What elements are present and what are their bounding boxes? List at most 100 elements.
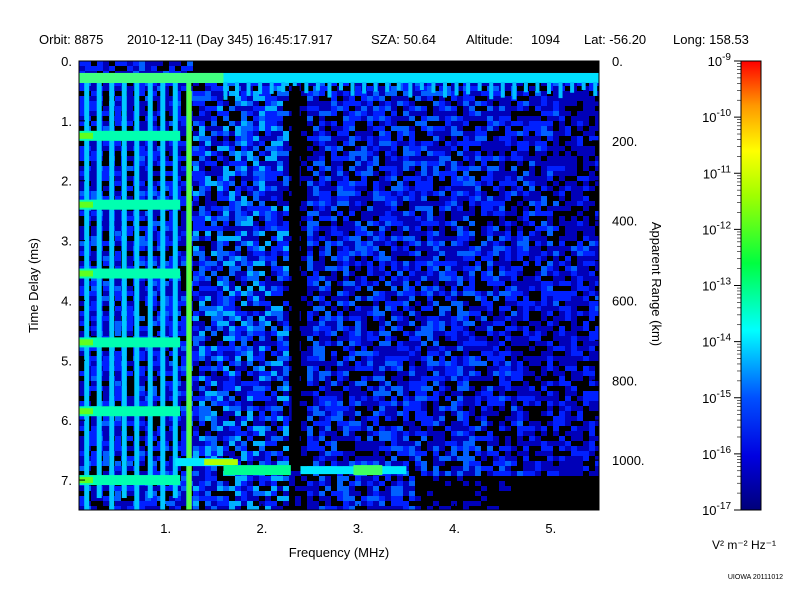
heatmap-cell <box>313 276 319 281</box>
heatmap-cell <box>337 241 343 246</box>
heatmap-cell <box>415 256 421 261</box>
heatmap-cell <box>199 281 205 286</box>
heatmap-cell <box>415 461 421 466</box>
heatmap-cell <box>373 146 379 151</box>
heatmap-cell <box>421 181 427 186</box>
heatmap-cell <box>337 191 343 196</box>
heatmap-cell <box>475 291 481 296</box>
heatmap-cell <box>307 431 313 436</box>
heatmap-cell <box>517 156 523 161</box>
heatmap-cell <box>319 111 325 116</box>
heatmap-cell <box>403 211 409 216</box>
heatmap-cell <box>409 371 415 376</box>
heatmap-cell <box>367 146 373 151</box>
heatmap-cell <box>499 231 505 236</box>
heatmap-cell <box>181 316 187 321</box>
heatmap-cell <box>523 141 529 146</box>
heatmap-cell <box>505 376 511 381</box>
heatmap-cell <box>223 396 229 401</box>
heatmap-cell <box>361 361 367 366</box>
heatmap-cell <box>415 276 421 281</box>
heatmap-cell <box>283 256 289 261</box>
heatmap-cell <box>355 111 361 116</box>
heatmap-cell <box>127 231 133 236</box>
heatmap-cell <box>271 101 277 106</box>
heatmap-cell <box>541 306 547 311</box>
heatmap-cell <box>427 186 433 191</box>
heatmap-cell <box>433 291 439 296</box>
heatmap-cell <box>385 401 391 406</box>
heatmap-cell <box>529 171 535 176</box>
heatmap-cell <box>475 461 481 466</box>
heatmap-cell <box>307 406 313 411</box>
heatmap-cell <box>499 381 505 386</box>
heatmap-cell <box>433 131 439 136</box>
heatmap-cell <box>469 181 475 186</box>
heatmap-cell <box>103 296 109 301</box>
heatmap-cell <box>199 261 205 266</box>
heatmap-cell <box>217 286 223 291</box>
heatmap-cell <box>511 421 517 426</box>
heatmap-cell <box>319 121 325 126</box>
heatmap-cell <box>199 351 205 356</box>
heatmap-cell <box>235 241 241 246</box>
heatmap-cell <box>217 226 223 231</box>
heatmap-cell <box>193 491 199 496</box>
heatmap-cell <box>313 231 319 236</box>
heatmap-cell <box>541 121 547 126</box>
heatmap-cell <box>529 286 535 291</box>
heatmap-cell <box>523 416 529 421</box>
heatmap-cell <box>193 451 199 456</box>
heatmap-cell <box>241 276 247 281</box>
heatmap-cell <box>265 396 271 401</box>
heatmap-cell <box>127 501 133 506</box>
heatmap-cell <box>139 421 145 426</box>
heatmap-cell <box>223 441 229 446</box>
heatmap-cell <box>457 341 463 346</box>
heatmap-cell <box>241 116 247 121</box>
heatmap-cell <box>259 336 265 341</box>
heatmap-cell <box>181 291 187 296</box>
heatmap-cell <box>235 131 241 136</box>
heatmap-cell <box>373 206 379 211</box>
heatmap-cell <box>283 301 289 306</box>
heatmap-cell <box>427 236 433 241</box>
heatmap-cell <box>427 291 433 296</box>
heatmap-cell <box>319 321 325 326</box>
heatmap-cell <box>355 281 361 286</box>
heatmap-cell <box>487 166 493 171</box>
heatmap-cell <box>421 316 427 321</box>
heatmap-cell <box>193 171 199 176</box>
heatmap-cell <box>433 406 439 411</box>
heatmap-cell <box>331 121 337 126</box>
heatmap-cell <box>361 226 367 231</box>
heatmap-cell <box>523 396 529 401</box>
heatmap-cell <box>427 376 433 381</box>
heatmap-cell <box>127 446 133 451</box>
heatmap-cell <box>409 116 415 121</box>
heatmap-cell <box>373 111 379 116</box>
heatmap-cell <box>343 231 349 236</box>
heatmap-cell <box>313 101 319 106</box>
heatmap-cell <box>463 261 469 266</box>
heatmap-cell <box>259 311 265 316</box>
heatmap-cell <box>523 471 529 476</box>
heatmap-cell <box>313 91 319 96</box>
heatmap-cell <box>103 106 109 111</box>
heatmap-cell <box>427 146 433 151</box>
heatmap-cell <box>403 156 409 161</box>
heatmap-cell <box>139 246 145 251</box>
heatmap-cell <box>211 116 217 121</box>
heatmap-cell <box>403 86 409 91</box>
heatmap-cell <box>403 436 409 441</box>
heatmap-cell <box>493 316 499 321</box>
heatmap-cell <box>451 406 457 411</box>
heatmap-cell <box>367 101 373 106</box>
heatmap-cell <box>247 361 253 366</box>
heatmap-cell <box>241 311 247 316</box>
heatmap-cell <box>505 111 511 116</box>
heatmap-cell <box>337 266 343 271</box>
heatmap-cell <box>277 456 283 461</box>
heatmap-cell <box>241 491 247 496</box>
heatmap-cell <box>127 256 133 261</box>
